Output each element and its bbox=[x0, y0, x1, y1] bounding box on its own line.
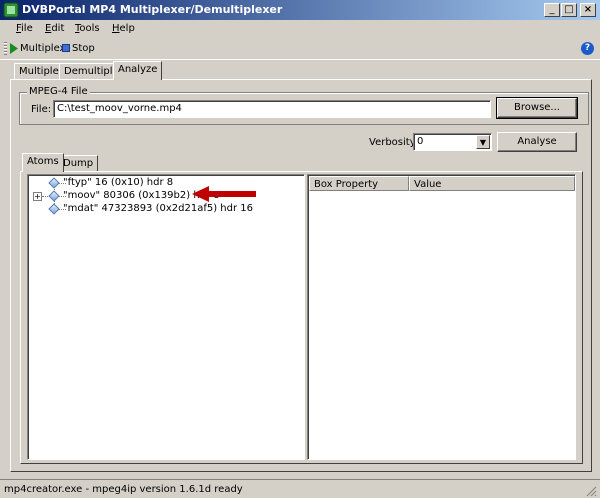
maximize-button[interactable]: □ bbox=[561, 3, 577, 17]
verbosity-label: Verbosity bbox=[369, 137, 416, 148]
resize-grip-icon[interactable] bbox=[585, 485, 597, 497]
annotation-arrow-icon bbox=[192, 186, 256, 202]
atom-icon bbox=[48, 190, 60, 202]
multiplex-button[interactable]: Multiplex bbox=[20, 43, 65, 54]
tree-item-mdat[interactable]: "mdat" 47323893 (0x2d21af5) hdr 16 bbox=[63, 203, 253, 214]
column-header-box-property[interactable]: Box Property bbox=[309, 176, 409, 191]
tab-analyze[interactable]: Analyze bbox=[113, 61, 163, 80]
atom-tree[interactable]: "ftyp" 16 (0x10) hdr 8 + "moov" 80306 (0… bbox=[27, 174, 305, 460]
menu-help[interactable]: Help bbox=[112, 23, 135, 34]
verbosity-value: 0 bbox=[417, 136, 424, 147]
toolbar: Multiplex Stop ? bbox=[0, 38, 600, 60]
play-icon bbox=[10, 43, 18, 54]
expand-icon[interactable]: + bbox=[33, 192, 42, 201]
window-title: DVBPortal MP4 Multiplexer/Demultiplexer bbox=[22, 3, 283, 16]
title-bar[interactable]: DVBPortal MP4 Multiplexer/Demultiplexer … bbox=[0, 0, 600, 20]
column-header-value[interactable]: Value bbox=[409, 176, 575, 191]
tab-atoms[interactable]: Atoms bbox=[22, 153, 64, 172]
app-icon bbox=[3, 2, 19, 18]
file-path-input[interactable]: C:\test_moov_vorne.mp4 bbox=[53, 100, 491, 118]
menu-edit[interactable]: Edit bbox=[45, 23, 64, 34]
analyse-button[interactable]: Analyse bbox=[497, 132, 577, 152]
status-bar: mp4creator.exe - mpeg4ip version 1.6.1d … bbox=[0, 479, 600, 498]
tree-item-ftyp[interactable]: "ftyp" 16 (0x10) hdr 8 bbox=[63, 177, 173, 188]
help-icon[interactable]: ? bbox=[581, 42, 594, 55]
box-property-list[interactable]: Box Property Value bbox=[307, 174, 576, 460]
stop-button[interactable]: Stop bbox=[72, 43, 95, 54]
atom-icon bbox=[48, 203, 60, 215]
browse-button[interactable]: Browse... bbox=[496, 97, 578, 119]
close-button[interactable]: × bbox=[580, 3, 596, 17]
status-text: mp4creator.exe - mpeg4ip version 1.6.1d … bbox=[4, 484, 243, 495]
tab-dump[interactable]: Dump bbox=[58, 155, 99, 172]
toolbar-grip[interactable] bbox=[4, 42, 7, 55]
mpeg4-file-group-title: MPEG-4 File bbox=[27, 86, 90, 97]
atom-icon bbox=[48, 177, 60, 189]
chevron-down-icon[interactable]: ▼ bbox=[476, 135, 490, 149]
menu-file[interactable]: File bbox=[16, 23, 33, 34]
stop-icon bbox=[62, 44, 70, 52]
minimize-button[interactable]: _ bbox=[544, 3, 560, 17]
menu-bar: File Edit Tools Help bbox=[0, 20, 600, 38]
menu-tools[interactable]: Tools bbox=[75, 23, 100, 34]
file-label: File: bbox=[31, 104, 52, 115]
